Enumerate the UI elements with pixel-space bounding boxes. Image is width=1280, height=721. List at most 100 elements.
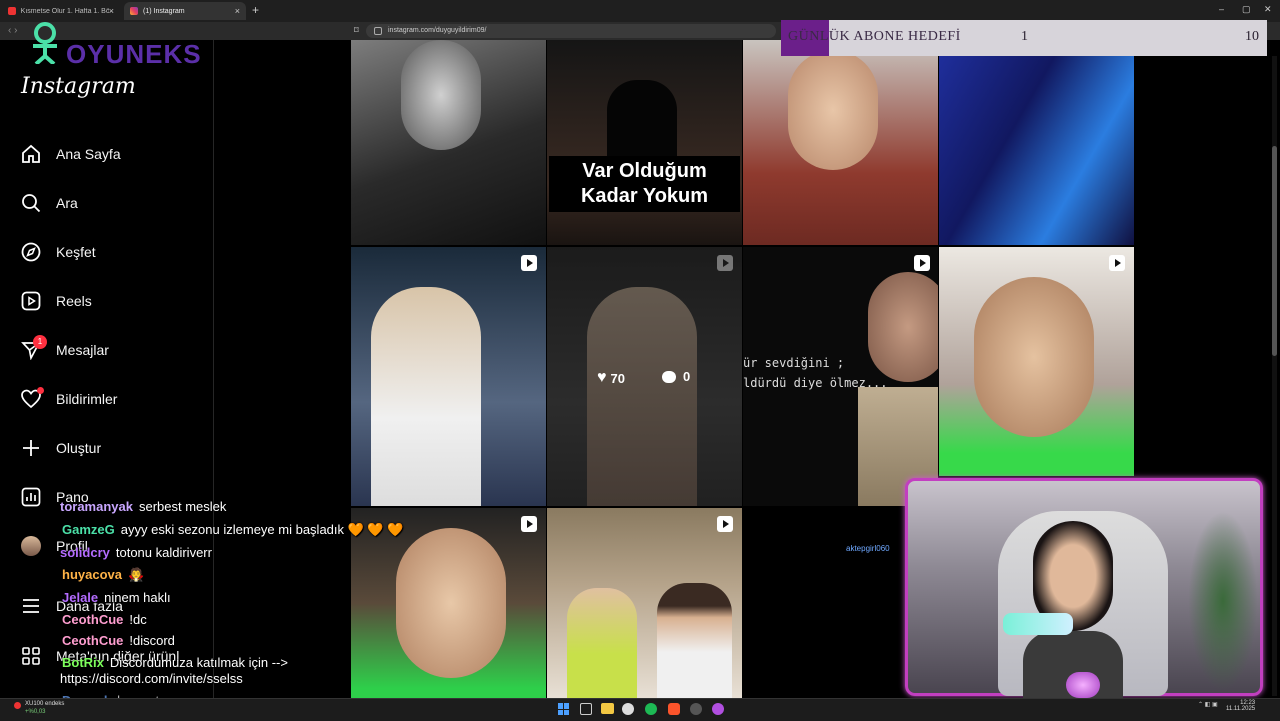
notification-dot [37,387,44,394]
chat-message: https://discord.com/invite/sselss [60,671,243,686]
post-thumbnail[interactable] [743,40,938,245]
quote-text: ldürdü diye ölmez... [743,376,888,390]
tab-instagram[interactable]: (1) Instagram × [124,2,246,20]
oyuneks-logo-icon [28,20,62,66]
nav-reels[interactable]: Reels [20,289,92,313]
dashboard-icon [20,486,42,508]
goal-label: GÜNLÜK ABONE HEDEFİ [788,29,961,44]
post-thumbnail[interactable]: Var Olduğum Kadar Yokum [547,40,742,245]
webcam-frame [905,478,1263,699]
photo-subject [371,287,481,506]
watermark-username: aktepgirl060 [846,544,890,553]
heart-icon [20,387,44,410]
reel-thumbnail-hovered[interactable]: ♥ 70 0 [547,247,742,506]
taskbar: XU100 endeks +%0,03 ⌃ ◧ ▣ 12:23 11.11.202… [0,698,1280,721]
apps-icon [20,645,42,667]
scrollbar-thumb[interactable] [1272,146,1277,356]
chat-message: BotRix Discordumuza katılmak için --> [62,655,288,670]
likes-count: ♥ 70 [597,369,625,386]
frame-ornament-icon [1066,672,1100,698]
maximize-icon[interactable]: ▢ [1242,4,1251,15]
quote-text: ür sevdiğini ; [743,356,845,370]
windows-start-icon[interactable] [558,703,570,715]
browser-tab-bar: Kısmetse Olur 1. Hafta 1. Bölüm - Yo × (… [0,0,1280,22]
plus-icon [20,437,42,459]
goal-target: 10 [1245,29,1259,44]
heart-filled-icon: ♥ [597,369,607,386]
avatar-icon [20,535,42,557]
chat-message: GamzeG ayyy eski sezonu izlemeye mi başla… [62,522,404,537]
reel-icon [521,516,537,532]
menu-icon [20,595,42,617]
home-icon [20,143,42,165]
reel-icon [914,255,930,271]
photo-subject [657,583,732,698]
chat-message: Jelale ninem haklı [62,590,171,605]
nav-explore[interactable]: Keşfet [20,240,96,264]
youtube-favicon-icon [8,7,16,15]
search-icon [20,192,42,214]
new-tab-icon[interactable]: + [252,3,259,17]
post-thumbnail[interactable] [939,40,1134,245]
reel-thumbnail[interactable] [351,247,546,506]
instagram-logo[interactable]: Instagram [21,74,136,99]
file-explorer-icon[interactable] [601,703,614,714]
chat-message: CeothCue !discord [62,633,175,648]
task-view-icon[interactable] [580,703,592,715]
photo-subject [567,588,637,698]
comment-bubble-icon [662,370,676,383]
photo-subject [788,50,878,170]
reel-icon [1109,255,1125,271]
reel-thumbnail[interactable]: ür sevdiğini ; ldürdü diye ölmez... [743,247,938,506]
compass-icon [20,241,42,263]
chrome-icon[interactable] [622,703,634,715]
messages-icon: 1 [20,335,47,361]
tray-icons[interactable]: ⌃ ◧ ▣ [1198,701,1218,708]
stock-change: +%0,03 [25,709,46,715]
post-caption: Var Olduğum [582,160,707,182]
app-icon[interactable] [712,703,724,715]
photo-subject [401,40,481,150]
photo-subject [396,528,506,678]
reel-thumbnail[interactable] [939,247,1134,476]
scrollbar-track[interactable] [1272,56,1277,696]
reel-thumbnail[interactable] [547,508,742,698]
site-info-icon[interactable] [374,27,382,35]
chat-message: huyacova 🧛 [62,567,145,582]
brave-icon[interactable] [668,703,680,715]
post-caption: Kadar Yokum [580,185,709,207]
tab-kismetse-olur[interactable]: Kısmetse Olur 1. Hafta 1. Bölüm - Yo × [2,2,120,20]
chat-message: solidcry totonu kaldiriverr [60,545,212,560]
photo-subject [868,272,938,382]
reel-icon [717,516,733,532]
instagram-favicon-icon [130,7,138,15]
unread-badge: 1 [33,335,47,349]
bookmark-icon[interactable]: ⌑ [354,25,359,36]
photo-subject [974,277,1094,437]
clock[interactable]: 12:23 11.11.2025 [1226,700,1255,712]
post-thumbnail[interactable] [351,40,546,245]
reels-icon [20,290,42,312]
back-icon[interactable]: ‹ › [8,25,17,36]
nav-home[interactable]: Ana Sayfa [20,142,121,166]
reel-icon [717,255,733,271]
nav-messages[interactable]: 1 Mesajlar [20,335,109,362]
chat-message: toramanyak serbest meslek [60,499,227,514]
oyuneks-brand: OYUNEKS [66,39,202,69]
nav-search[interactable]: Ara [20,191,78,215]
comments-count: 0 [662,369,690,384]
obs-icon[interactable] [690,703,702,715]
stock-indicator-icon [14,702,21,709]
url-field[interactable]: instagram.com/duyguyildirim09/ [366,24,776,38]
microphone [1003,613,1073,635]
minimize-icon[interactable]: – [1219,4,1224,14]
spotify-icon[interactable] [645,703,657,715]
goal-current: 1 [1021,29,1028,44]
nav-notifications[interactable]: Bildirimler [20,387,117,411]
close-tab-icon[interactable]: × [109,6,114,16]
window-close-icon[interactable]: ✕ [1264,4,1272,15]
nav-create[interactable]: Oluştur [20,436,101,460]
close-tab-icon[interactable]: × [235,6,240,16]
weather-widget[interactable]: XU100 endeks [25,701,64,707]
chat-message: CeothCue !dc [62,612,147,627]
